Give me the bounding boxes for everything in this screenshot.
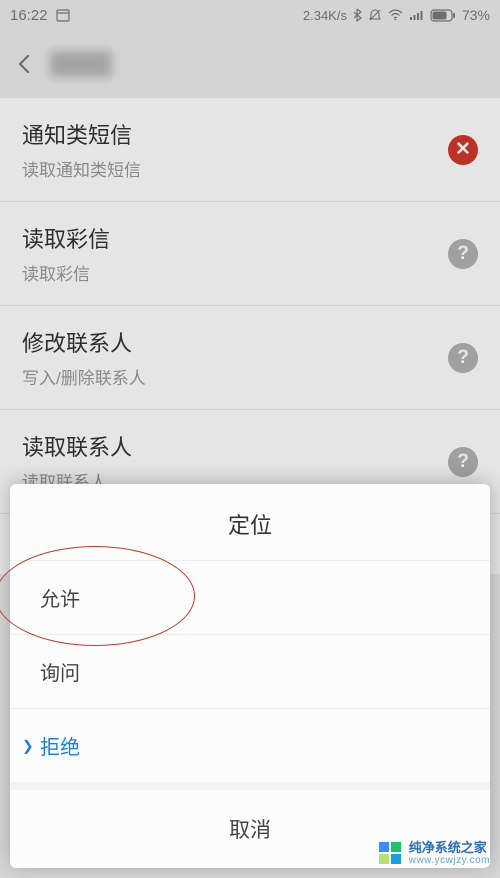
list-item-title: 读取联系人 — [22, 430, 132, 462]
action-sheet: 定位 允许 询问 ❯ 拒绝 取消 — [10, 484, 490, 868]
list-item-subtitle: 读取通知类短信 — [22, 156, 141, 181]
list-item-subtitle: 写入/删除联系人 — [22, 364, 146, 389]
option-ask[interactable]: 询问 — [10, 634, 490, 708]
watermark-url: www.ycwjzy.com — [409, 855, 490, 866]
ask-icon: ? — [448, 447, 478, 477]
list-item-title: 读取彩信 — [22, 222, 110, 254]
bluetooth-icon — [353, 8, 362, 22]
signal-icon — [409, 9, 424, 21]
page-title — [50, 51, 112, 77]
list-item-subtitle: 读取彩信 — [22, 260, 110, 285]
list-item[interactable]: 修改联系人 写入/删除联系人 ? — [0, 306, 500, 410]
list-item-title: 通知类短信 — [22, 118, 141, 150]
header — [0, 30, 500, 98]
option-deny-label: 拒绝 — [40, 737, 80, 759]
status-speed: 2.34K/s — [303, 8, 347, 23]
status-time: 16:22 — [10, 7, 48, 24]
ask-icon: ? — [448, 343, 478, 373]
status-battery: 73% — [462, 7, 490, 23]
dnd-icon — [368, 8, 382, 22]
back-icon[interactable] — [14, 53, 36, 75]
wifi-icon — [388, 9, 403, 21]
status-bar: 16:22 2.34K/s 73% — [0, 0, 500, 30]
calendar-icon — [56, 8, 70, 22]
list-item[interactable]: 读取彩信 读取彩信 ? — [0, 202, 500, 306]
ask-icon: ? — [448, 239, 478, 269]
deny-icon: ✕ — [448, 135, 478, 165]
sheet-title: 定位 — [10, 484, 490, 560]
watermark-logo-icon — [379, 842, 401, 864]
battery-icon — [430, 9, 456, 22]
watermark-text: 纯净系统之家 — [409, 841, 490, 855]
chevron-right-icon: ❯ — [22, 737, 34, 754]
option-allow[interactable]: 允许 — [10, 560, 490, 634]
list-item[interactable]: 通知类短信 读取通知类短信 ✕ — [0, 98, 500, 202]
list-item-title: 修改联系人 — [22, 326, 146, 358]
option-deny[interactable]: ❯ 拒绝 — [10, 708, 490, 782]
watermark: 纯净系统之家 www.ycwjzy.com — [379, 841, 490, 866]
